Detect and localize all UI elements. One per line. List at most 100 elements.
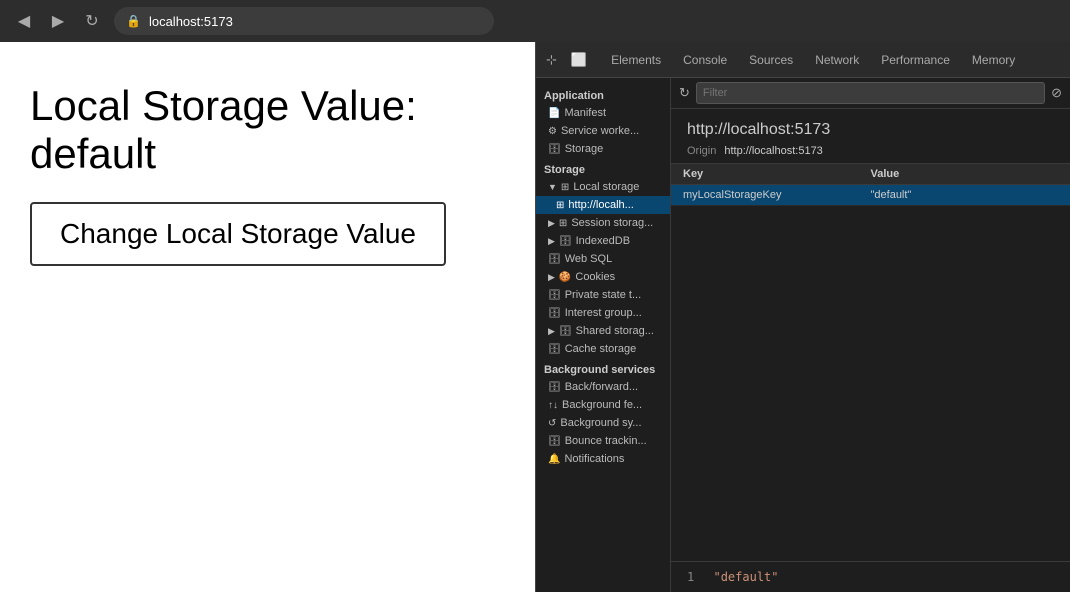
sidebar-item-background-sync-label: Background sy... [560, 417, 641, 429]
expand-indexeddb-icon: ▶ [548, 236, 555, 247]
cookies-icon: 🍪 [559, 272, 571, 283]
sidebar-item-shared-storage-label: Shared storag... [576, 325, 654, 337]
websql-icon: 🗄 [548, 254, 561, 265]
background-fetch-icon: ↑↓ [548, 400, 558, 411]
sidebar-item-shared-storage[interactable]: ▶ 🗄 Shared storag... [536, 322, 670, 340]
service-worker-icon: ⚙ [548, 126, 557, 137]
value-preview-line: 1 "default" [687, 570, 1054, 584]
sidebar-item-cookies[interactable]: ▶ 🍪 Cookies [536, 268, 670, 286]
indexeddb-icon: 🗄 [559, 236, 572, 247]
tab-network[interactable]: Network [805, 47, 869, 73]
devtools-main-panel: ↻ ⊘ http://localhost:5173 Origin http://… [671, 78, 1070, 592]
cache-storage-icon: 🗄 [548, 344, 561, 355]
tab-console[interactable]: Console [673, 47, 737, 73]
page-title: Local Storage Value: default [30, 82, 505, 178]
value-line-number: 1 [687, 570, 694, 584]
expand-cookies-icon: ▶ [548, 272, 555, 283]
filter-input[interactable] [696, 82, 1045, 104]
table-cell-value: "default" [871, 189, 1059, 201]
storage-icon: 🗄 [548, 144, 561, 155]
tab-performance[interactable]: Performance [871, 47, 960, 73]
value-display: 1 "default" [671, 561, 1070, 592]
col-value-header: Value [871, 168, 1059, 180]
devtools-sidebar: Application 📄 Manifest ⚙ Service worke..… [536, 78, 671, 592]
device-icon[interactable]: ⬜ [567, 50, 591, 70]
local-storage-icon: ⊞ [561, 182, 569, 193]
sidebar-item-interest-group[interactable]: 🗄 Interest group... [536, 304, 670, 322]
origin-value: http://localhost:5173 [724, 145, 822, 157]
filter-bar: ↻ ⊘ [671, 78, 1070, 109]
sidebar-item-background-fetch-label: Background fe... [562, 399, 642, 411]
sidebar-item-cache-storage[interactable]: 🗄 Cache storage [536, 340, 670, 358]
storage-header: http://localhost:5173 Origin http://loca… [671, 109, 1070, 164]
address-bar[interactable]: 🔒 localhost:5173 [114, 7, 494, 35]
sidebar-item-local-storage-label: Local storage [573, 181, 639, 193]
storage-section-header: Storage [536, 158, 670, 178]
change-storage-button[interactable]: Change Local Storage Value [30, 202, 446, 266]
back-forward-icon: 🗄 [548, 382, 561, 393]
sidebar-item-private-state[interactable]: 🗄 Private state t... [536, 286, 670, 304]
sidebar-item-local-storage[interactable]: ▼ ⊞ Local storage [536, 178, 670, 196]
session-storage-icon: ⊞ [559, 218, 567, 229]
address-url: localhost:5173 [149, 14, 233, 29]
sidebar-item-notifications-label: Notifications [564, 453, 624, 465]
sidebar-item-manifest-label: Manifest [564, 107, 606, 119]
sidebar-item-notifications[interactable]: 🔔 Notifications [536, 450, 670, 468]
sidebar-item-back-forward-label: Back/forward... [565, 381, 638, 393]
refresh-button[interactable]: ↻ [679, 85, 690, 101]
expand-session-icon: ▶ [548, 218, 555, 229]
sidebar-item-bounce-tracking-label: Bounce trackin... [565, 435, 647, 447]
origin-label: Origin [687, 145, 716, 157]
sidebar-item-indexeddb-label: IndexedDB [576, 235, 630, 247]
sidebar-item-manifest[interactable]: 📄 Manifest [536, 104, 670, 122]
table-header: Key Value [671, 164, 1070, 185]
interest-group-icon: 🗄 [548, 308, 561, 319]
filter-cancel-icon[interactable]: ⊘ [1051, 85, 1062, 101]
tab-memory[interactable]: Memory [962, 47, 1025, 73]
sidebar-item-indexeddb[interactable]: ▶ 🗄 IndexedDB [536, 232, 670, 250]
cursor-icon[interactable]: ⊹ [542, 50, 561, 70]
table-row[interactable]: myLocalStorageKey "default" [671, 185, 1070, 206]
sidebar-item-session-label: Session storag... [571, 217, 653, 229]
value-preview-content: "default" [713, 570, 778, 584]
app-section-header: Application [536, 84, 670, 104]
reload-button[interactable]: ↻ [80, 9, 104, 33]
main-layout: Local Storage Value: default Change Loca… [0, 42, 1070, 592]
tab-elements[interactable]: Elements [601, 47, 671, 73]
col-key-header: Key [683, 168, 871, 180]
sidebar-item-websql-label: Web SQL [565, 253, 613, 265]
sidebar-item-localhost[interactable]: ⊞ http://localh... [536, 196, 670, 214]
localhost-icon: ⊞ [556, 200, 564, 211]
sidebar-item-back-forward[interactable]: 🗄 Back/forward... [536, 378, 670, 396]
table-cell-key: myLocalStorageKey [683, 189, 871, 201]
sidebar-item-service-worker[interactable]: ⚙ Service worke... [536, 122, 670, 140]
sidebar-item-bounce-tracking[interactable]: 🗄 Bounce trackin... [536, 432, 670, 450]
bounce-tracking-icon: 🗄 [548, 436, 561, 447]
devtools-panel: ⊹ ⬜ Elements Console Sources Network Per… [535, 42, 1070, 592]
tab-sources[interactable]: Sources [739, 47, 803, 73]
page-content: Local Storage Value: default Change Loca… [0, 42, 535, 592]
sidebar-item-storage[interactable]: 🗄 Storage [536, 140, 670, 158]
lock-icon: 🔒 [126, 14, 141, 28]
storage-url: http://localhost:5173 [687, 121, 1054, 139]
private-state-icon: 🗄 [548, 290, 561, 301]
sidebar-item-session-storage[interactable]: ▶ ⊞ Session storag... [536, 214, 670, 232]
background-sync-icon: ↺ [548, 418, 556, 429]
sidebar-item-background-sync[interactable]: ↺ Background sy... [536, 414, 670, 432]
forward-button[interactable]: ▶ [46, 9, 70, 33]
back-button[interactable]: ◀ [12, 9, 36, 33]
storage-table: Key Value myLocalStorageKey "default" [671, 164, 1070, 561]
devtools-tabs: ⊹ ⬜ Elements Console Sources Network Per… [536, 42, 1070, 78]
storage-origin-row: Origin http://localhost:5173 [687, 145, 1054, 157]
browser-chrome: ◀ ▶ ↻ 🔒 localhost:5173 [0, 0, 1070, 42]
sidebar-item-service-worker-label: Service worke... [561, 125, 639, 137]
sidebar-item-localhost-label: http://localh... [568, 199, 633, 211]
expand-shared-storage-icon: ▶ [548, 326, 555, 337]
shared-storage-icon: 🗄 [559, 326, 572, 337]
expand-local-storage-icon: ▼ [548, 182, 557, 192]
bg-section-header: Background services [536, 358, 670, 378]
sidebar-item-background-fetch[interactable]: ↑↓ Background fe... [536, 396, 670, 414]
sidebar-item-storage-label: Storage [565, 143, 604, 155]
sidebar-item-websql[interactable]: 🗄 Web SQL [536, 250, 670, 268]
devtools-body: Application 📄 Manifest ⚙ Service worke..… [536, 78, 1070, 592]
